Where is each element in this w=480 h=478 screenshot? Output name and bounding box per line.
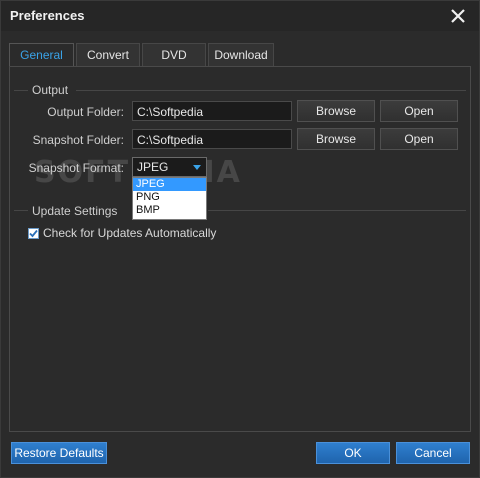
output-browse-button[interactable]: Browse — [297, 100, 375, 122]
title-bar: Preferences — [1, 1, 479, 31]
preferences-window: Preferences General Convert DVD Download… — [0, 0, 480, 478]
snapshot-format-value: JPEG — [137, 160, 169, 174]
output-section-title: Output — [32, 83, 69, 97]
output-folder-field[interactable]: C:\Softpedia — [132, 101, 292, 121]
tab-general[interactable]: General — [9, 43, 74, 68]
close-icon[interactable] — [449, 7, 467, 25]
general-panel: Output Output Folder: C:\Softpedia Brows… — [9, 66, 471, 432]
output-folder-label: Output Folder: — [47, 105, 124, 119]
snapshot-browse-button[interactable]: Browse — [297, 128, 375, 150]
divider — [208, 210, 466, 211]
divider — [14, 210, 28, 211]
snapshot-format-select[interactable]: JPEG — [132, 157, 207, 177]
format-option-png[interactable]: PNG — [133, 191, 206, 204]
cancel-button[interactable]: Cancel — [396, 442, 470, 464]
format-option-jpeg[interactable]: JPEG — [133, 178, 206, 191]
update-section-title: Update Settings — [32, 204, 118, 218]
chevron-down-icon — [193, 165, 201, 170]
tab-download[interactable]: Download — [208, 43, 274, 66]
tab-dvd[interactable]: DVD — [142, 43, 206, 66]
format-option-bmp[interactable]: BMP — [133, 204, 206, 217]
ok-button[interactable]: OK — [316, 442, 390, 464]
auto-update-checkbox[interactable] — [28, 228, 39, 239]
divider — [76, 90, 466, 91]
auto-update-label: Check for Updates Automatically — [43, 226, 217, 240]
tab-convert[interactable]: Convert — [76, 43, 140, 66]
window-title: Preferences — [10, 8, 85, 23]
format-dropdown-list: JPEG PNG BMP — [132, 177, 207, 220]
restore-defaults-button[interactable]: Restore Defaults — [11, 442, 107, 464]
snapshot-folder-field[interactable]: C:\Softpedia — [132, 129, 292, 149]
output-open-button[interactable]: Open — [380, 100, 458, 122]
snapshot-open-button[interactable]: Open — [380, 128, 458, 150]
snapshot-folder-label: Snapshot Folder: — [32, 133, 124, 147]
snapshot-format-label: Snapshot Format: — [28, 161, 124, 175]
checkmark-icon — [29, 229, 38, 238]
divider — [14, 90, 28, 91]
